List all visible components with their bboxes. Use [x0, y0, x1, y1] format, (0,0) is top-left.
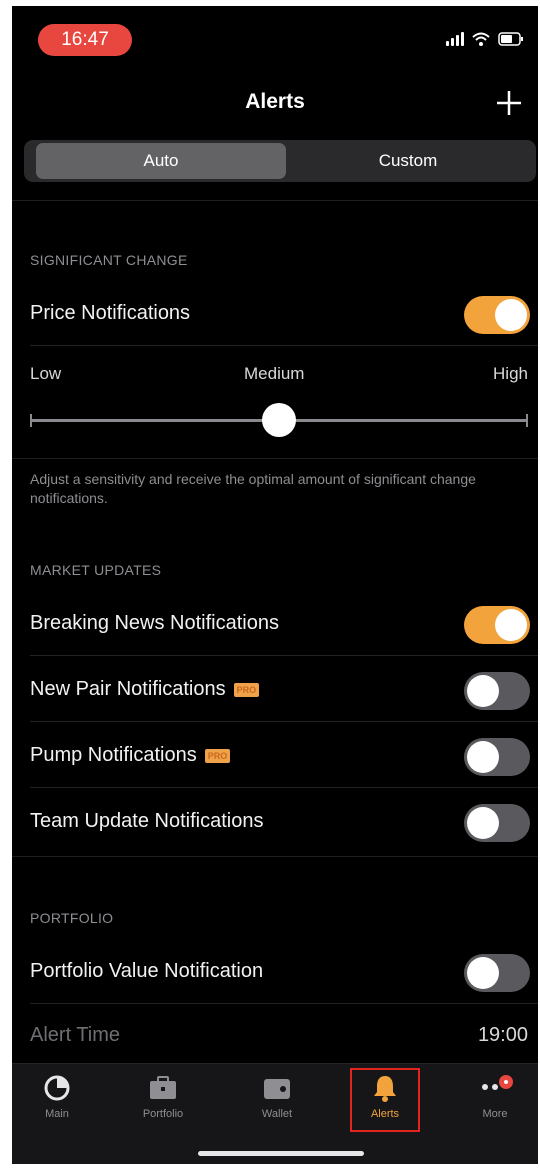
section-heading-significant-change: SIGNIFICANT CHANGE [30, 252, 188, 268]
new-pair-label: New Pair Notifications [30, 678, 226, 701]
alert-time-value: 19:00 [477, 1024, 528, 1046]
status-time: 16:47 [38, 24, 132, 56]
portfolio-value-label: Portfolio Value Notification [30, 960, 264, 982]
section-heading-market-updates: MARKET UPDATES [30, 562, 162, 578]
alert-time-label: Alert Time [30, 1024, 121, 1046]
battery-icon [498, 32, 524, 46]
new-pair-row: New Pair Notifications PRO [12, 658, 538, 722]
wallet-icon [232, 1072, 322, 1104]
wifi-icon [472, 32, 490, 46]
segment-auto[interactable]: Auto [36, 143, 286, 179]
sensitivity-medium-label: Medium [244, 364, 305, 383]
tab-portfolio[interactable]: Portfolio [118, 1072, 208, 1120]
breaking-news-label: Breaking News Notifications [30, 612, 279, 634]
phone-screen: 16:47 Alerts Auto Custom SIGNIFICANT CHA… [12, 6, 538, 1164]
team-update-toggle[interactable] [464, 804, 530, 842]
sensitivity-high-label: High [493, 364, 528, 383]
home-indicator [198, 1151, 364, 1156]
tab-more[interactable]: More [450, 1072, 538, 1120]
breaking-news-row: Breaking News Notifications [12, 592, 538, 656]
divider [12, 856, 538, 857]
pump-row: Pump Notifications PRO [12, 724, 538, 788]
new-pair-toggle[interactable] [464, 672, 530, 710]
sensitivity-slider-handle[interactable] [262, 403, 296, 437]
sensitivity-description: Adjust a sensitivity and receive the opt… [30, 471, 476, 506]
mode-segmented-control: Auto Custom [24, 140, 536, 182]
tab-wallet[interactable]: Wallet [232, 1072, 322, 1120]
divider [12, 458, 538, 459]
tab-portfolio-label: Portfolio [142, 1108, 184, 1120]
tab-main[interactable]: Main [12, 1072, 102, 1120]
more-icon [481, 1073, 515, 1097]
segment-custom[interactable]: Custom [283, 143, 533, 179]
nav-header: Alerts [12, 74, 538, 138]
breaking-news-toggle[interactable] [464, 606, 530, 644]
pie-chart-icon [12, 1072, 102, 1104]
pro-badge: PRO [204, 748, 231, 763]
briefcase-icon [118, 1072, 208, 1104]
add-alert-button[interactable] [494, 88, 524, 118]
plus-icon [497, 91, 521, 115]
page-title: Alerts [245, 90, 305, 113]
signal-icon [446, 32, 464, 46]
team-update-row: Team Update Notifications [12, 790, 538, 854]
price-notifications-label: Price Notifications [30, 302, 191, 324]
alert-time-row[interactable]: Alert Time 19:00 [12, 1008, 538, 1064]
status-icons [446, 32, 524, 46]
tab-main-label: Main [45, 1108, 69, 1120]
portfolio-value-toggle[interactable] [464, 954, 530, 992]
price-notifications-row: Price Notifications [12, 282, 538, 346]
status-bar: 16:47 [12, 6, 538, 74]
tab-bar: Main Portfolio Wallet Alerts More [12, 1063, 538, 1164]
tab-wallet-label: Wallet [261, 1108, 293, 1120]
pump-toggle[interactable] [464, 738, 530, 776]
alerts-tab-highlight-box [350, 1068, 420, 1132]
notification-badge [497, 1073, 515, 1091]
section-heading-portfolio: PORTFOLIO [30, 910, 114, 926]
tab-more-label: More [482, 1108, 508, 1120]
portfolio-value-row: Portfolio Value Notification [12, 940, 538, 1004]
pump-label: Pump Notifications [30, 744, 197, 767]
team-update-label: Team Update Notifications [30, 810, 264, 832]
sensitivity-low-label: Low [30, 364, 62, 383]
price-notifications-toggle[interactable] [464, 296, 530, 334]
divider [12, 200, 538, 201]
pro-badge: PRO [233, 682, 260, 697]
